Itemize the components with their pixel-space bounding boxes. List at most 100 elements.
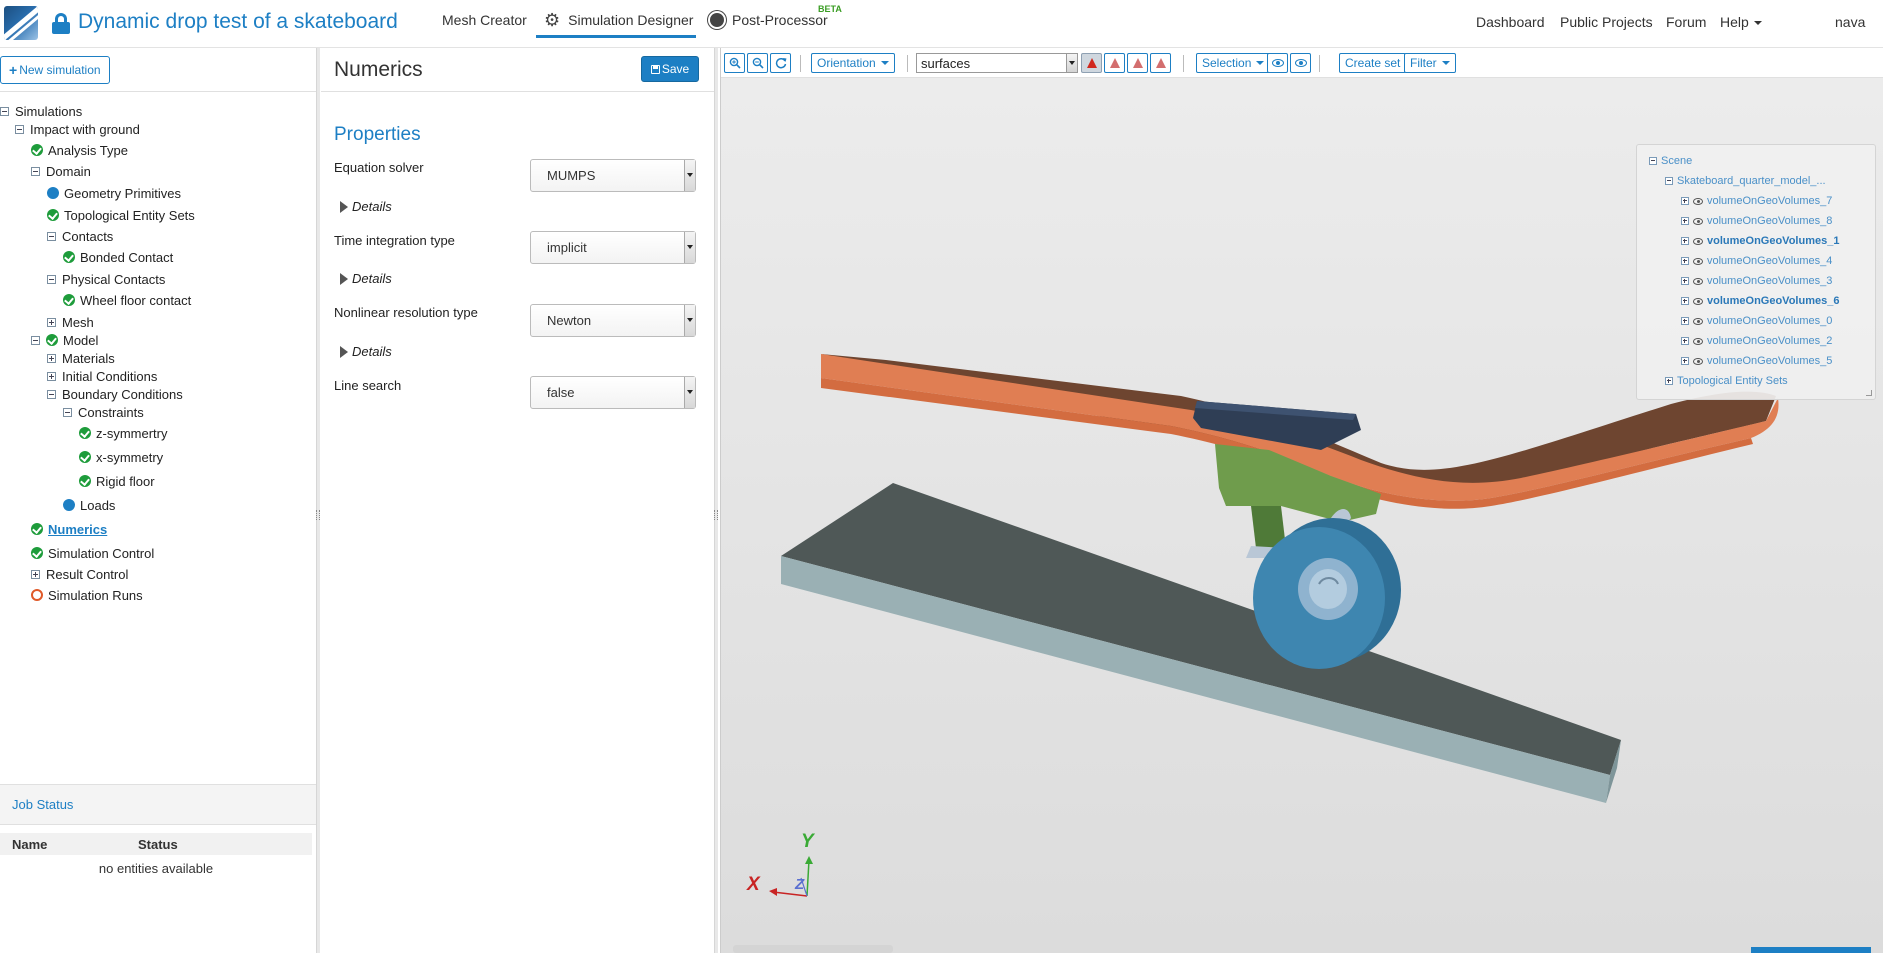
user-menu[interactable]: nava [1835,14,1865,30]
scene-volume-item[interactable]: volumeOnGeoVolumes_8 [1681,213,1832,229]
scene-volume-item[interactable]: volumeOnGeoVolumes_5 [1681,353,1832,369]
collapse-icon[interactable] [31,335,40,345]
tree-item-simulation-runs[interactable]: Simulation Runs [31,586,143,604]
collapse-icon[interactable] [0,106,9,116]
scene-volume-item[interactable]: volumeOnGeoVolumes_6 [1681,293,1839,309]
expand-icon[interactable] [47,371,56,381]
scene-volume-item[interactable]: volumeOnGeoVolumes_4 [1681,253,1832,269]
tree-item-x-symmetry[interactable]: x-symmetry [79,448,163,466]
expand-icon[interactable] [1681,317,1689,325]
eye-icon[interactable] [1693,217,1703,225]
equation-solver-select[interactable]: MUMPS [530,159,696,192]
expand-icon[interactable] [1681,337,1689,345]
tree-item-materials[interactable]: Materials [47,349,115,367]
tab-simulation-designer[interactable]: ⚙ Simulation Designer [544,0,693,40]
tree-item-numerics[interactable]: Numerics [31,520,107,538]
eye-icon[interactable] [1693,297,1703,305]
eye-icon[interactable] [1693,277,1703,285]
collapse-icon[interactable] [47,231,56,241]
points-render-button[interactable] [1150,53,1171,73]
resize-handle-icon[interactable] [1866,390,1872,396]
eye-icon[interactable] [1693,237,1703,245]
collapse-icon[interactable] [63,407,72,417]
3d-canvas[interactable]: Y X Z Scene Skateboard_quarter_model_...… [721,78,1883,953]
eye-icon[interactable] [1693,197,1703,205]
left-splitter[interactable] [316,48,320,953]
wireframe-render-button[interactable] [1127,53,1148,73]
expand-icon[interactable] [1681,257,1689,265]
tree-item-simulation-control[interactable]: Simulation Control [31,544,154,562]
expand-icon[interactable] [1681,197,1689,205]
hide-selection-button[interactable] [1267,53,1288,73]
details-toggle[interactable]: Details [340,344,392,359]
tree-item-result-control[interactable]: Result Control [31,565,128,583]
tree-item-wheel-floor-contact[interactable]: Wheel floor contact [63,291,191,309]
filter-dropdown[interactable]: Filter [1404,53,1456,73]
zoom-in-button[interactable] [724,53,745,73]
eye-icon[interactable] [1693,337,1703,345]
tree-item-impact-with-ground[interactable]: Impact with ground [15,120,140,138]
new-simulation-button[interactable]: + New simulation [0,56,110,84]
nav-public-projects-link[interactable]: Public Projects [1560,14,1653,30]
tree-item-rigid-floor[interactable]: Rigid floor [79,472,155,490]
create-set-button[interactable]: Create set [1339,53,1407,73]
scene-volume-item[interactable]: volumeOnGeoVolumes_3 [1681,273,1832,289]
tree-item-contacts[interactable]: Contacts [47,227,113,245]
show-all-button[interactable] [1290,53,1311,73]
scene-volume-item[interactable]: volumeOnGeoVolumes_2 [1681,333,1832,349]
scene-volume-item[interactable]: volumeOnGeoVolumes_7 [1681,193,1832,209]
simscale-logo-icon[interactable] [4,6,38,40]
tree-item-simulations[interactable]: Simulations [0,102,82,120]
expand-icon[interactable] [1665,377,1673,385]
tree-item-boundary-conditions[interactable]: Boundary Conditions [47,385,183,403]
tree-item-z-symmertry[interactable]: z-symmertry [79,424,168,442]
reset-view-button[interactable] [770,53,791,73]
collapse-icon[interactable] [1649,157,1657,165]
details-toggle[interactable]: Details [340,271,392,286]
horizontal-scrollbar[interactable] [733,945,893,953]
nav-help-menu[interactable]: Help [1720,14,1762,30]
line-search-select[interactable]: false [530,376,696,409]
scene-model[interactable]: Skateboard_quarter_model_... [1665,173,1826,189]
expand-icon[interactable] [1681,277,1689,285]
tree-item-initial-conditions[interactable]: Initial Conditions [47,367,157,385]
eye-icon[interactable] [1693,317,1703,325]
expand-icon[interactable] [47,353,56,363]
scene-root[interactable]: Scene [1649,153,1692,169]
render-mode-select[interactable]: surfaces [916,53,1078,73]
time-integration-type-select[interactable]: implicit [530,231,696,264]
expand-icon[interactable] [31,569,40,579]
tree-item-domain[interactable]: Domain [31,162,91,180]
expand-icon[interactable] [1681,357,1689,365]
collapse-icon[interactable] [47,274,56,284]
scene-topological-sets[interactable]: Topological Entity Sets [1665,373,1788,389]
tree-item-mesh[interactable]: Mesh [47,313,94,331]
collapse-icon[interactable] [47,389,56,399]
tree-item-loads[interactable]: Loads [63,496,115,514]
splitter-grip[interactable] [316,510,320,520]
details-toggle[interactable]: Details [340,199,392,214]
save-button[interactable]: Save [641,56,699,82]
surface-render-button[interactable] [1081,53,1102,73]
tree-item-geometry-primitives[interactable]: Geometry Primitives [47,184,181,202]
nav-dashboard-link[interactable]: Dashboard [1476,14,1545,30]
selection-dropdown[interactable]: Selection [1196,53,1271,73]
tab-mesh-creator[interactable]: Mesh Creator [418,0,527,40]
nonlinear-resolution-type-select[interactable]: Newton [530,304,696,337]
tree-item-physical-contacts[interactable]: Physical Contacts [47,270,165,288]
collapse-icon[interactable] [1665,177,1673,185]
expand-icon[interactable] [1681,297,1689,305]
eye-icon[interactable] [1693,257,1703,265]
tree-item-analysis-type[interactable]: Analysis Type [31,141,128,159]
scene-volume-item[interactable]: volumeOnGeoVolumes_0 [1681,313,1832,329]
expand-icon[interactable] [47,317,56,327]
column-name[interactable]: Name [12,837,47,852]
zoom-out-button[interactable] [747,53,768,73]
expand-icon[interactable] [1681,237,1689,245]
tree-item-model[interactable]: Model [31,331,98,349]
tab-post-processor[interactable]: Post-Processor [710,0,828,40]
splitter-grip[interactable] [714,510,718,520]
tree-item-constraints[interactable]: Constraints [63,403,144,421]
middle-splitter[interactable] [714,48,718,953]
orientation-dropdown[interactable]: Orientation [811,53,895,73]
